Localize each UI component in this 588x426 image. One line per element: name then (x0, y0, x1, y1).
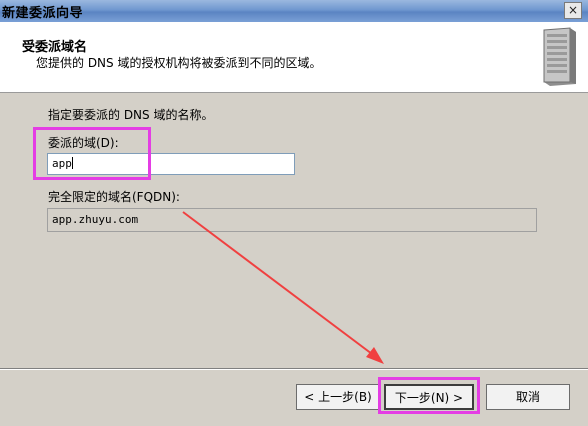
page-subtitle: 您提供的 DNS 域的授权机构将被委派到不同的区域。 (36, 56, 322, 70)
close-icon: × (567, 3, 579, 17)
back-button[interactable]: < 上一步(B) (296, 384, 380, 410)
fqdn-label: 完全限定的域名(FQDN): (48, 190, 180, 204)
cancel-button[interactable]: 取消 (486, 384, 570, 410)
domain-highlight-box (33, 127, 151, 180)
title-bar: 新建委派向导 × (0, 0, 588, 22)
page-title: 受委派域名 (22, 40, 88, 55)
instruction-text: 指定要委派的 DNS 域的名称。 (48, 108, 214, 122)
close-button[interactable]: × (564, 2, 582, 19)
window-title: 新建委派向导 (2, 6, 84, 21)
button-separator (0, 368, 588, 370)
server-icon (543, 27, 576, 86)
wizard-header: 受委派域名 您提供的 DNS 域的授权机构将被委派到不同的区域。 (0, 22, 588, 93)
next-highlight-box (378, 377, 480, 414)
fqdn-field: app.zhuyu.com (47, 208, 537, 232)
